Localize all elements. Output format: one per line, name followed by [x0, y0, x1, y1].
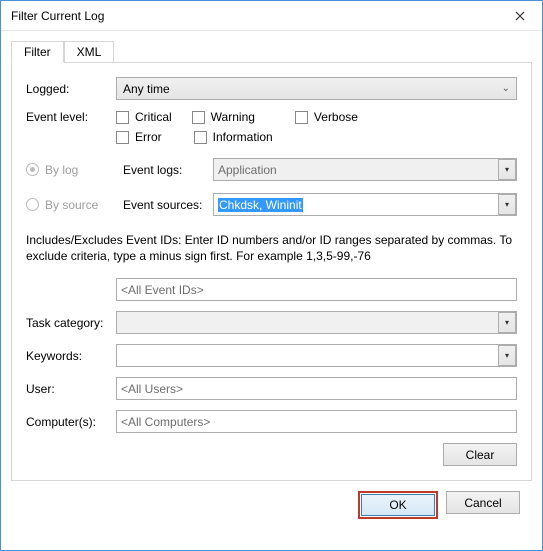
- verbose-label: Verbose: [314, 110, 358, 124]
- dropdown-button-icon[interactable]: ▾: [498, 194, 516, 215]
- tab-filter-label: Filter: [24, 45, 51, 59]
- ok-button-label: OK: [389, 498, 406, 512]
- cancel-button[interactable]: Cancel: [446, 491, 520, 514]
- computers-label: Computer(s):: [26, 415, 116, 429]
- logged-dropdown[interactable]: Any time ⌄: [116, 77, 517, 100]
- checkbox-icon: [116, 131, 129, 144]
- dropdown-button-icon[interactable]: ▾: [498, 345, 516, 366]
- error-label: Error: [135, 130, 162, 144]
- chevron-down-icon: ⌄: [502, 83, 510, 94]
- titlebar: Filter Current Log: [1, 1, 542, 31]
- event-logs-dropdown: Application ▾: [213, 158, 517, 181]
- close-button[interactable]: [497, 1, 542, 31]
- event-sources-label: Event sources:: [123, 198, 213, 212]
- checkbox-icon: [192, 111, 205, 124]
- event-ids-input[interactable]: <All Event IDs>: [116, 278, 517, 301]
- filter-panel: Logged: Any time ⌄ Event level: Critical…: [11, 62, 532, 481]
- by-log-radio: [26, 163, 39, 176]
- logged-label: Logged:: [26, 82, 116, 96]
- event-sources-dropdown[interactable]: Chkdsk, Wininit ▾: [213, 193, 517, 216]
- checkbox-icon: [295, 111, 308, 124]
- error-checkbox[interactable]: Error: [116, 130, 162, 144]
- by-log-label: By log: [45, 163, 123, 177]
- computers-placeholder: <All Computers>: [121, 415, 210, 429]
- cancel-button-label: Cancel: [464, 496, 501, 510]
- tab-xml-label: XML: [77, 45, 102, 59]
- event-logs-value: Application: [218, 163, 277, 177]
- user-placeholder: <All Users>: [121, 382, 183, 396]
- tab-xml[interactable]: XML: [64, 41, 115, 62]
- user-input[interactable]: <All Users>: [116, 377, 517, 400]
- critical-checkbox[interactable]: Critical: [116, 110, 172, 124]
- close-icon: [515, 11, 525, 21]
- checkbox-icon: [116, 111, 129, 124]
- clear-button[interactable]: Clear: [443, 443, 517, 466]
- event-level-label: Event level:: [26, 110, 116, 124]
- event-logs-label: Event logs:: [123, 163, 213, 177]
- warning-label: Warning: [211, 110, 255, 124]
- information-label: Information: [213, 130, 273, 144]
- verbose-checkbox[interactable]: Verbose: [295, 110, 358, 124]
- event-ids-description: Includes/Excludes Event IDs: Enter ID nu…: [26, 232, 517, 264]
- user-label: User:: [26, 382, 116, 396]
- tab-filter[interactable]: Filter: [11, 41, 64, 63]
- dialog-footer: OK Cancel: [11, 481, 532, 519]
- dialog-content: Filter XML Logged: Any time ⌄ Event leve…: [1, 31, 542, 529]
- ok-highlight: OK: [358, 491, 438, 519]
- critical-label: Critical: [135, 110, 172, 124]
- window-title: Filter Current Log: [11, 9, 104, 23]
- computers-input[interactable]: <All Computers>: [116, 410, 517, 433]
- warning-checkbox[interactable]: Warning: [192, 110, 255, 124]
- keywords-dropdown[interactable]: ▾: [116, 344, 517, 367]
- dropdown-button-icon: ▾: [498, 312, 516, 333]
- task-category-label: Task category:: [26, 316, 116, 330]
- clear-button-label: Clear: [466, 448, 495, 462]
- ok-button[interactable]: OK: [361, 494, 435, 516]
- task-category-dropdown: ▾: [116, 311, 517, 334]
- dropdown-button-icon: ▾: [498, 159, 516, 180]
- tab-strip: Filter XML: [11, 39, 532, 62]
- information-checkbox[interactable]: Information: [194, 130, 273, 144]
- by-source-label: By source: [45, 198, 123, 212]
- by-source-radio: [26, 198, 39, 211]
- logged-value: Any time: [123, 82, 170, 96]
- event-sources-value: Chkdsk, Wininit: [218, 198, 303, 212]
- checkbox-icon: [194, 131, 207, 144]
- event-ids-placeholder: <All Event IDs>: [121, 283, 204, 297]
- keywords-label: Keywords:: [26, 349, 116, 363]
